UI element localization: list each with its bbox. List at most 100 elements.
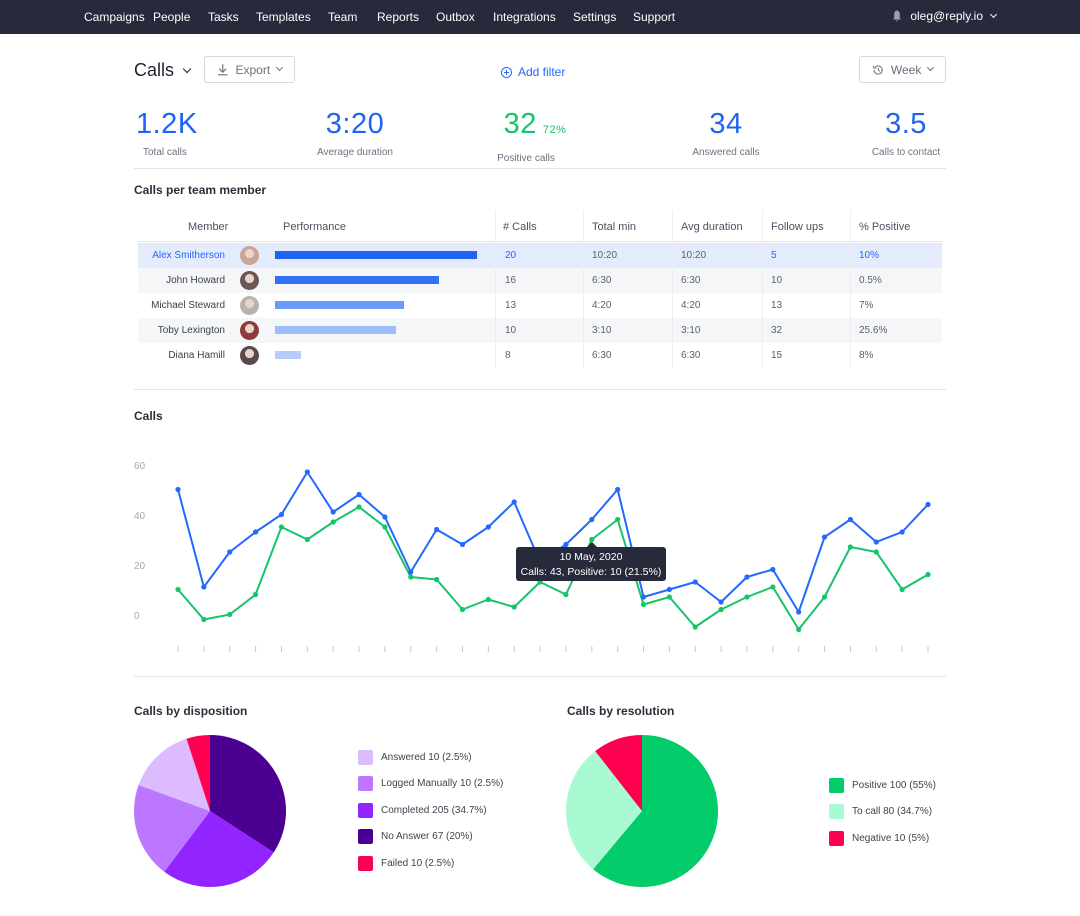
stat-label: Positive calls: [497, 153, 555, 164]
legend-item[interactable]: Positive 100 (55%): [829, 772, 936, 799]
col-avg-duration[interactable]: Avg duration: [681, 221, 743, 233]
col-member[interactable]: Member: [188, 221, 228, 233]
nav-settings[interactable]: Settings: [573, 10, 616, 24]
data-point-positive[interactable]: [252, 591, 259, 598]
data-point-calls[interactable]: [304, 469, 310, 475]
table-row[interactable]: Diana Hamill 8 6:30 6:30 15 8%: [138, 343, 942, 368]
data-point-calls[interactable]: [692, 579, 698, 585]
data-point-positive[interactable]: [278, 524, 285, 530]
data-point-calls[interactable]: [666, 586, 672, 593]
legend-item[interactable]: No Answer 67 (20%): [358, 824, 503, 851]
data-point-calls[interactable]: [485, 524, 491, 530]
col-performance[interactable]: Performance: [283, 221, 346, 233]
member-name[interactable]: Diana Hamill: [168, 350, 225, 361]
data-point-positive[interactable]: [434, 576, 440, 583]
data-point-positive[interactable]: [511, 604, 517, 610]
data-point-positive[interactable]: [201, 616, 207, 623]
data-point-calls[interactable]: [899, 529, 905, 535]
data-point-positive[interactable]: [666, 594, 672, 600]
member-name[interactable]: Toby Lexington: [158, 325, 225, 336]
data-point-positive[interactable]: [925, 571, 931, 578]
data-point-calls[interactable]: [718, 599, 724, 605]
data-point-calls[interactable]: [640, 594, 647, 600]
data-point-positive[interactable]: [615, 516, 621, 523]
data-point-calls[interactable]: [511, 499, 517, 505]
data-point-calls[interactable]: [408, 569, 414, 575]
data-point-positive[interactable]: [304, 536, 310, 543]
data-point-positive[interactable]: [640, 601, 647, 608]
nav-outbox[interactable]: Outbox: [436, 10, 475, 24]
resolution-pie-chart[interactable]: [562, 731, 722, 891]
data-point-positive[interactable]: [770, 584, 776, 590]
table-row[interactable]: Toby Lexington 10 3:10 3:10 32 25.6%: [138, 318, 942, 343]
data-point-calls[interactable]: [252, 529, 259, 535]
nav-integrations[interactable]: Integrations: [493, 10, 556, 24]
data-point-calls[interactable]: [459, 541, 466, 548]
data-point-positive[interactable]: [408, 574, 414, 580]
export-button[interactable]: Export: [204, 56, 295, 83]
legend-item[interactable]: To call 80 (34.7%): [829, 799, 936, 826]
data-point-calls[interactable]: [201, 584, 207, 590]
col-calls[interactable]: # Calls: [503, 221, 537, 233]
data-point-calls[interactable]: [925, 501, 931, 508]
data-point-positive[interactable]: [873, 549, 879, 555]
nav-team[interactable]: Team: [328, 10, 357, 24]
data-point-positive[interactable]: [692, 624, 698, 630]
data-point-positive[interactable]: [796, 626, 802, 633]
table-row[interactable]: Michael Steward 13 4:20 4:20 13 7%: [138, 293, 942, 318]
legend-item[interactable]: Answered 10 (2.5%): [358, 744, 503, 771]
nav-templates[interactable]: Templates: [256, 10, 311, 24]
add-filter-button[interactable]: Add filter: [501, 65, 565, 79]
data-point-calls[interactable]: [873, 539, 879, 545]
data-point-calls[interactable]: [847, 516, 854, 523]
period-select[interactable]: Week: [859, 56, 946, 83]
data-point-calls[interactable]: [821, 534, 828, 540]
data-point-calls[interactable]: [175, 486, 181, 493]
data-point-calls[interactable]: [382, 514, 388, 520]
legend-item[interactable]: Failed 10 (2.5%): [358, 850, 503, 877]
data-point-calls[interactable]: [796, 609, 802, 615]
user-menu[interactable]: oleg@reply.io: [892, 9, 998, 23]
table-row[interactable]: Alex Smitherson 20 10:20 10:20 5 10%: [138, 243, 942, 268]
member-name[interactable]: Alex Smitherson: [152, 250, 225, 261]
nav-people[interactable]: People: [153, 10, 190, 24]
data-point-positive[interactable]: [175, 586, 181, 593]
legend-item[interactable]: Logged Manually 10 (2.5%): [358, 771, 503, 798]
data-point-positive[interactable]: [847, 544, 854, 550]
col-positive[interactable]: % Positive: [859, 221, 910, 233]
data-point-calls[interactable]: [589, 516, 595, 523]
data-point-positive[interactable]: [744, 594, 750, 600]
data-point-positive[interactable]: [563, 591, 569, 598]
bell-icon[interactable]: [892, 10, 902, 22]
member-name[interactable]: John Howard: [166, 275, 225, 286]
data-point-calls[interactable]: [227, 549, 233, 555]
legend-item[interactable]: Negative 10 (5%): [829, 825, 936, 852]
data-point-positive[interactable]: [227, 611, 233, 618]
page-title-dropdown[interactable]: Calls: [134, 60, 192, 81]
disposition-pie-chart[interactable]: [130, 731, 290, 891]
nav-reports[interactable]: Reports: [377, 10, 419, 24]
nav-support[interactable]: Support: [633, 10, 675, 24]
data-point-calls[interactable]: [744, 574, 750, 580]
table-row[interactable]: John Howard 16 6:30 6:30 10 0.5%: [138, 268, 942, 293]
data-point-calls[interactable]: [356, 491, 362, 498]
data-point-positive[interactable]: [459, 606, 466, 613]
data-point-positive[interactable]: [821, 594, 828, 600]
data-point-positive[interactable]: [382, 524, 388, 530]
col-total-min[interactable]: Total min: [592, 221, 636, 233]
data-point-positive[interactable]: [899, 586, 905, 593]
data-point-positive[interactable]: [485, 596, 491, 603]
data-point-positive[interactable]: [330, 519, 336, 525]
member-name[interactable]: Michael Steward: [151, 300, 225, 311]
legend-item[interactable]: Completed 205 (34.7%): [358, 797, 503, 824]
data-point-calls[interactable]: [615, 486, 621, 493]
data-point-calls[interactable]: [434, 526, 440, 533]
data-point-positive[interactable]: [356, 504, 362, 510]
data-point-calls[interactable]: [770, 566, 776, 573]
nav-campaigns[interactable]: Campaigns: [84, 10, 145, 24]
data-point-calls[interactable]: [330, 509, 336, 515]
data-point-positive[interactable]: [718, 606, 724, 613]
col-follow-ups[interactable]: Follow ups: [771, 221, 824, 233]
nav-tasks[interactable]: Tasks: [208, 10, 239, 24]
data-point-calls[interactable]: [278, 511, 285, 518]
